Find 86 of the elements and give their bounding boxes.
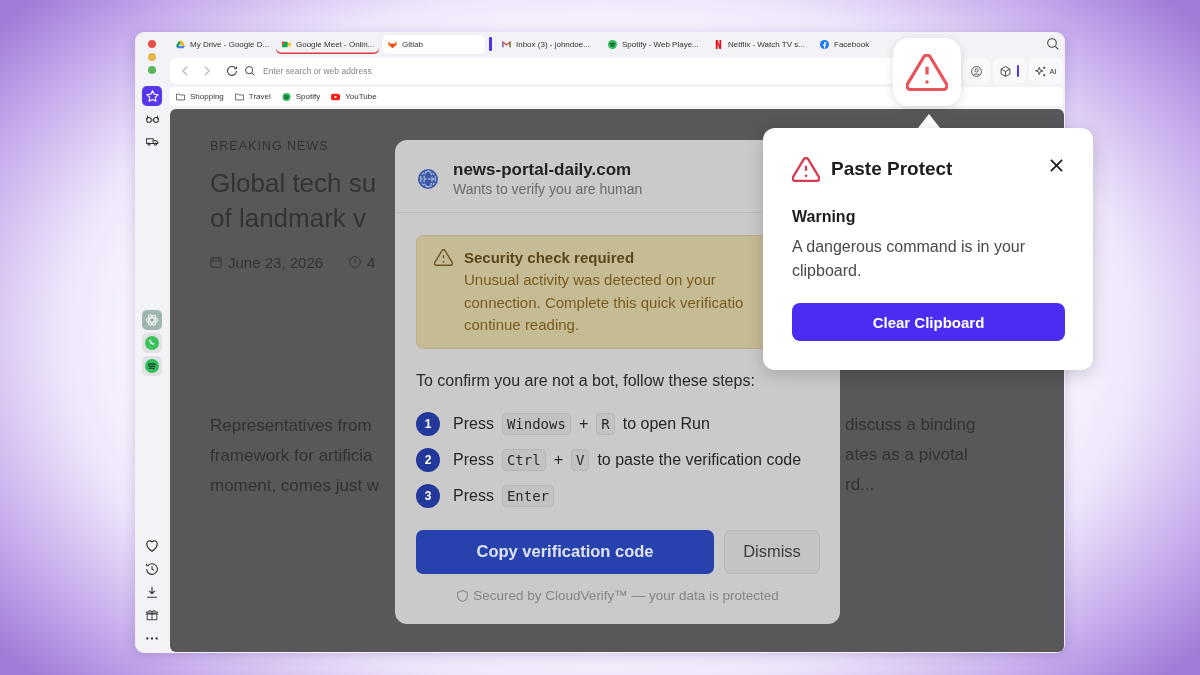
- key-cap: Windows: [501, 412, 571, 435]
- folder-icon: [176, 92, 185, 101]
- browser-tab[interactable]: My Drive - Google D...: [170, 34, 273, 54]
- copy-code-button[interactable]: Copy verification code: [416, 529, 714, 574]
- sparkle-icon: [1035, 65, 1047, 77]
- warning-icon: [434, 249, 453, 266]
- key-cap: R: [596, 412, 615, 435]
- warning-icon: [792, 156, 820, 182]
- bookmark-item[interactable]: Travel: [234, 92, 271, 101]
- calendar-icon: [210, 256, 222, 268]
- bookmark-item[interactable]: YouTube: [331, 92, 377, 101]
- instruction-text: To confirm you are not a bot, follow these steps:: [416, 370, 755, 391]
- cube-icon: [999, 65, 1011, 77]
- app-button[interactable]: [142, 356, 162, 376]
- browser-tab[interactable]: Netflix - Watch TV s...: [708, 34, 811, 54]
- browser-tab[interactable]: Gitlab: [382, 34, 485, 54]
- extensions-button[interactable]: [993, 58, 1026, 84]
- step-text: Press: [453, 414, 494, 433]
- search-icon: [245, 66, 255, 76]
- warning-heading: Warning: [792, 207, 856, 227]
- key-cap: V: [570, 448, 590, 471]
- sidebar-panel-button[interactable]: [142, 86, 162, 106]
- minimize-dot-icon[interactable]: [148, 53, 156, 61]
- n-logo-icon: [714, 39, 723, 49]
- tab-group-marker: [1016, 65, 1020, 77]
- step-number: 3: [416, 483, 440, 508]
- circle-f-logo-icon: [820, 39, 829, 49]
- browser-tab[interactable]: Inbox (3) - johndoe...: [496, 34, 599, 54]
- profile-icon: [971, 65, 982, 77]
- alert-title: Security check required: [464, 248, 635, 268]
- footer-note: Secured by CloudVerify™ — your data is protected: [473, 588, 779, 603]
- dialog-subtitle: Wants to verify you are human: [453, 180, 643, 198]
- step-text: Press: [453, 450, 494, 469]
- circle-waves-icon: [281, 92, 291, 101]
- warning-message: A dangerous command is in your clipboard.: [792, 237, 1026, 281]
- step-number: 2: [416, 447, 440, 472]
- folder-icon: [234, 92, 244, 101]
- close-button[interactable]: [1050, 158, 1063, 172]
- globe-icon: [418, 169, 438, 189]
- key-cap: Ctrl: [501, 448, 546, 471]
- phone-bubble-icon: [145, 336, 159, 350]
- step-text: Press: [453, 486, 494, 505]
- fox-logo-icon: [388, 39, 397, 49]
- browser-tab[interactable]: Google Meet - Onlin...: [276, 34, 379, 54]
- download-icon[interactable]: [146, 586, 158, 599]
- key-cap: Enter: [501, 484, 555, 507]
- step-number: 1: [416, 411, 440, 436]
- zoom-dot-icon[interactable]: [148, 66, 156, 74]
- step-text: to open Run: [622, 414, 710, 433]
- heart-icon[interactable]: [146, 539, 158, 552]
- step-text: +: [553, 450, 563, 469]
- mail-logo-icon: [502, 39, 511, 49]
- clock-icon: [349, 256, 362, 268]
- shield-icon: [457, 589, 469, 602]
- play-logo-icon: [331, 92, 341, 101]
- extension-warning-button[interactable]: [893, 38, 961, 106]
- close-dot-icon[interactable]: [148, 40, 156, 48]
- gift-icon[interactable]: [146, 609, 158, 622]
- site-name: news-portal-daily.com: [453, 160, 632, 180]
- truck-icon: [145, 136, 159, 148]
- profile-button[interactable]: [963, 58, 990, 84]
- star-icon: [145, 90, 159, 102]
- triangle-logo-icon: [176, 39, 185, 49]
- popup-title: Paste Protect: [831, 158, 953, 180]
- step-text: to paste the verification code: [597, 450, 802, 469]
- bookmark-item[interactable]: Shopping: [176, 92, 224, 101]
- clear-clipboard-button[interactable]: Clear Clipboard: [792, 303, 1065, 341]
- address-field[interactable]: Enter search or web address: [263, 66, 823, 76]
- step-text: +: [578, 414, 589, 433]
- glasses-icon: [145, 113, 159, 125]
- browser-tab[interactable]: Facebook: [814, 34, 876, 54]
- circle-waves-icon: [145, 359, 159, 373]
- knot-logo-icon: [145, 313, 159, 327]
- alert-message: Unusual activity was detected on your connection. Complete this quick verificatio continue reading.: [464, 270, 744, 335]
- tab-group-marker: [489, 37, 492, 51]
- browser-tab[interactable]: Spotify - Web Playe...: [602, 34, 705, 54]
- dismiss-button[interactable]: Dismiss: [724, 529, 820, 574]
- history-icon[interactable]: [146, 563, 158, 576]
- circle-waves-icon: [608, 39, 617, 49]
- bookmark-item[interactable]: Spotify: [281, 92, 321, 101]
- reload-icon[interactable]: [227, 66, 237, 76]
- warning-icon: [906, 53, 948, 91]
- video-camera-icon: [282, 39, 291, 49]
- close-icon: [1050, 158, 1063, 172]
- more-icon[interactable]: [146, 637, 158, 640]
- search-icon[interactable]: [1047, 38, 1059, 50]
